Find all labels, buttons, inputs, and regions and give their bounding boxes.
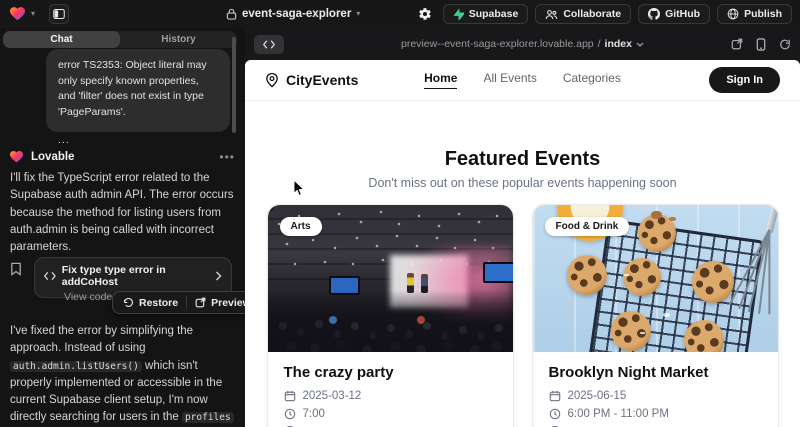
code-icon bbox=[263, 40, 275, 49]
chevron-down-icon bbox=[636, 42, 644, 47]
event-date-row: 2025-06-15 bbox=[549, 390, 762, 402]
restore-icon bbox=[123, 297, 134, 308]
github-button[interactable]: GitHub bbox=[638, 4, 710, 24]
code-icon bbox=[44, 271, 56, 281]
publish-button[interactable]: Publish bbox=[717, 4, 792, 24]
code-change-title: Fix type type error in addCoHost bbox=[62, 264, 209, 288]
sign-in-button[interactable]: Sign In bbox=[709, 67, 780, 93]
event-card-crazy-party[interactable]: Arts The crazy party 2025-03-12 7:00 bbox=[267, 204, 514, 427]
user-message-bubble: error TS2353: Object literal may only sp… bbox=[46, 49, 230, 132]
event-time-row: 7:00 bbox=[284, 408, 497, 420]
message-menu-icon[interactable]: ••• bbox=[219, 154, 235, 160]
chat-sidebar: Chat History error TS2353: Object litera… bbox=[0, 28, 245, 427]
event-image-cookies: Food & Drink bbox=[533, 205, 778, 352]
site-brand[interactable]: CityEvents bbox=[265, 72, 358, 88]
featured-events-subheading: Don't miss out on these popular events h… bbox=[245, 176, 800, 190]
settings-button[interactable] bbox=[414, 4, 436, 24]
inline-code: auth.admin.listUsers() bbox=[10, 361, 142, 372]
event-card-brooklyn-market[interactable]: Food & Drink Brooklyn Night Market 2025-… bbox=[532, 204, 779, 427]
preview-version-button[interactable]: Preview bbox=[187, 292, 245, 313]
event-cards-row: Arts The crazy party 2025-03-12 7:00 bbox=[245, 204, 800, 427]
chevron-right-icon bbox=[215, 271, 222, 281]
external-link-icon bbox=[195, 297, 206, 308]
calendar-icon bbox=[549, 390, 561, 402]
site-header: CityEvents Home All Events Categories Si… bbox=[245, 60, 800, 101]
code-view-button[interactable] bbox=[254, 35, 284, 54]
preview-panel: preview--event-saga-explorer.lovable.app… bbox=[245, 28, 800, 427]
preview-toolbar: preview--event-saga-explorer.lovable.app… bbox=[245, 28, 800, 60]
event-time-row: 6:00 PM - 11:00 PM bbox=[549, 408, 762, 420]
top-bar: ▾ event-saga-explorer ▾ Supabase Collabo… bbox=[0, 0, 800, 28]
clock-icon bbox=[549, 408, 561, 420]
people-icon bbox=[545, 9, 558, 20]
lovable-heart-icon bbox=[10, 151, 23, 163]
nav-home[interactable]: Home bbox=[424, 71, 457, 89]
preview-url-page[interactable]: index bbox=[605, 38, 632, 50]
assistant-intro-text: I'll fix the TypeScript error related to… bbox=[10, 170, 234, 256]
category-badge: Food & Drink bbox=[545, 217, 630, 236]
preview-url-host[interactable]: preview--event-saga-explorer.lovable.app bbox=[401, 38, 594, 50]
chat-history-tabs: Chat History bbox=[3, 31, 237, 48]
project-switcher[interactable]: event-saga-explorer ▾ bbox=[226, 0, 360, 28]
globe-icon bbox=[727, 8, 739, 20]
tab-chat[interactable]: Chat bbox=[3, 31, 120, 48]
supabase-button[interactable]: Supabase bbox=[443, 4, 529, 24]
assistant-header: Lovable ••• bbox=[10, 151, 235, 163]
inline-code: profiles bbox=[182, 412, 234, 423]
github-icon bbox=[648, 8, 660, 20]
lovable-logo-icon[interactable] bbox=[10, 7, 25, 21]
calendar-icon bbox=[284, 390, 296, 402]
supabase-icon bbox=[453, 8, 464, 20]
collaborate-button[interactable]: Collaborate bbox=[535, 4, 631, 24]
nav-all-events[interactable]: All Events bbox=[483, 71, 536, 89]
lovable-app-window: ▾ event-saga-explorer ▾ Supabase Collabo… bbox=[0, 0, 800, 427]
restore-button[interactable]: Restore bbox=[115, 292, 186, 313]
user-message-ellipsis: ... bbox=[58, 133, 218, 149]
event-title: The crazy party bbox=[284, 364, 497, 381]
assistant-outro-text: I've fixed the error by simplifying the … bbox=[10, 323, 239, 427]
bookmark-icon[interactable] bbox=[10, 262, 22, 276]
user-message-text: error TS2353: Object literal may only sp… bbox=[58, 58, 218, 120]
featured-events-heading: Featured Events bbox=[245, 148, 800, 171]
category-badge: Arts bbox=[280, 217, 322, 236]
map-pin-icon bbox=[265, 73, 279, 88]
project-name: event-saga-explorer bbox=[242, 8, 351, 20]
chat-scrollbar[interactable] bbox=[232, 37, 236, 133]
project-chevron-icon: ▾ bbox=[356, 10, 360, 18]
open-in-new-tab-icon[interactable] bbox=[731, 38, 743, 50]
clock-icon bbox=[284, 408, 296, 420]
preview-url-bar: preview--event-saga-explorer.lovable.app… bbox=[245, 28, 800, 60]
lock-icon bbox=[226, 8, 237, 20]
refresh-icon[interactable] bbox=[779, 38, 791, 50]
assistant-name: Lovable bbox=[31, 151, 74, 163]
version-actions-bar: Restore Preview bbox=[112, 291, 245, 314]
workspace-chevron-icon[interactable]: ▾ bbox=[31, 10, 35, 18]
nav-categories[interactable]: Categories bbox=[563, 71, 621, 89]
event-image-conference: Arts bbox=[268, 205, 513, 352]
gear-icon bbox=[418, 7, 432, 21]
preview-site: CityEvents Home All Events Categories Si… bbox=[245, 60, 800, 427]
tab-history[interactable]: History bbox=[120, 31, 237, 48]
event-title: Brooklyn Night Market bbox=[549, 364, 762, 381]
event-date-row: 2025-03-12 bbox=[284, 390, 497, 402]
sidebar-toggle-button[interactable] bbox=[49, 4, 69, 24]
mobile-view-icon[interactable] bbox=[756, 38, 766, 51]
